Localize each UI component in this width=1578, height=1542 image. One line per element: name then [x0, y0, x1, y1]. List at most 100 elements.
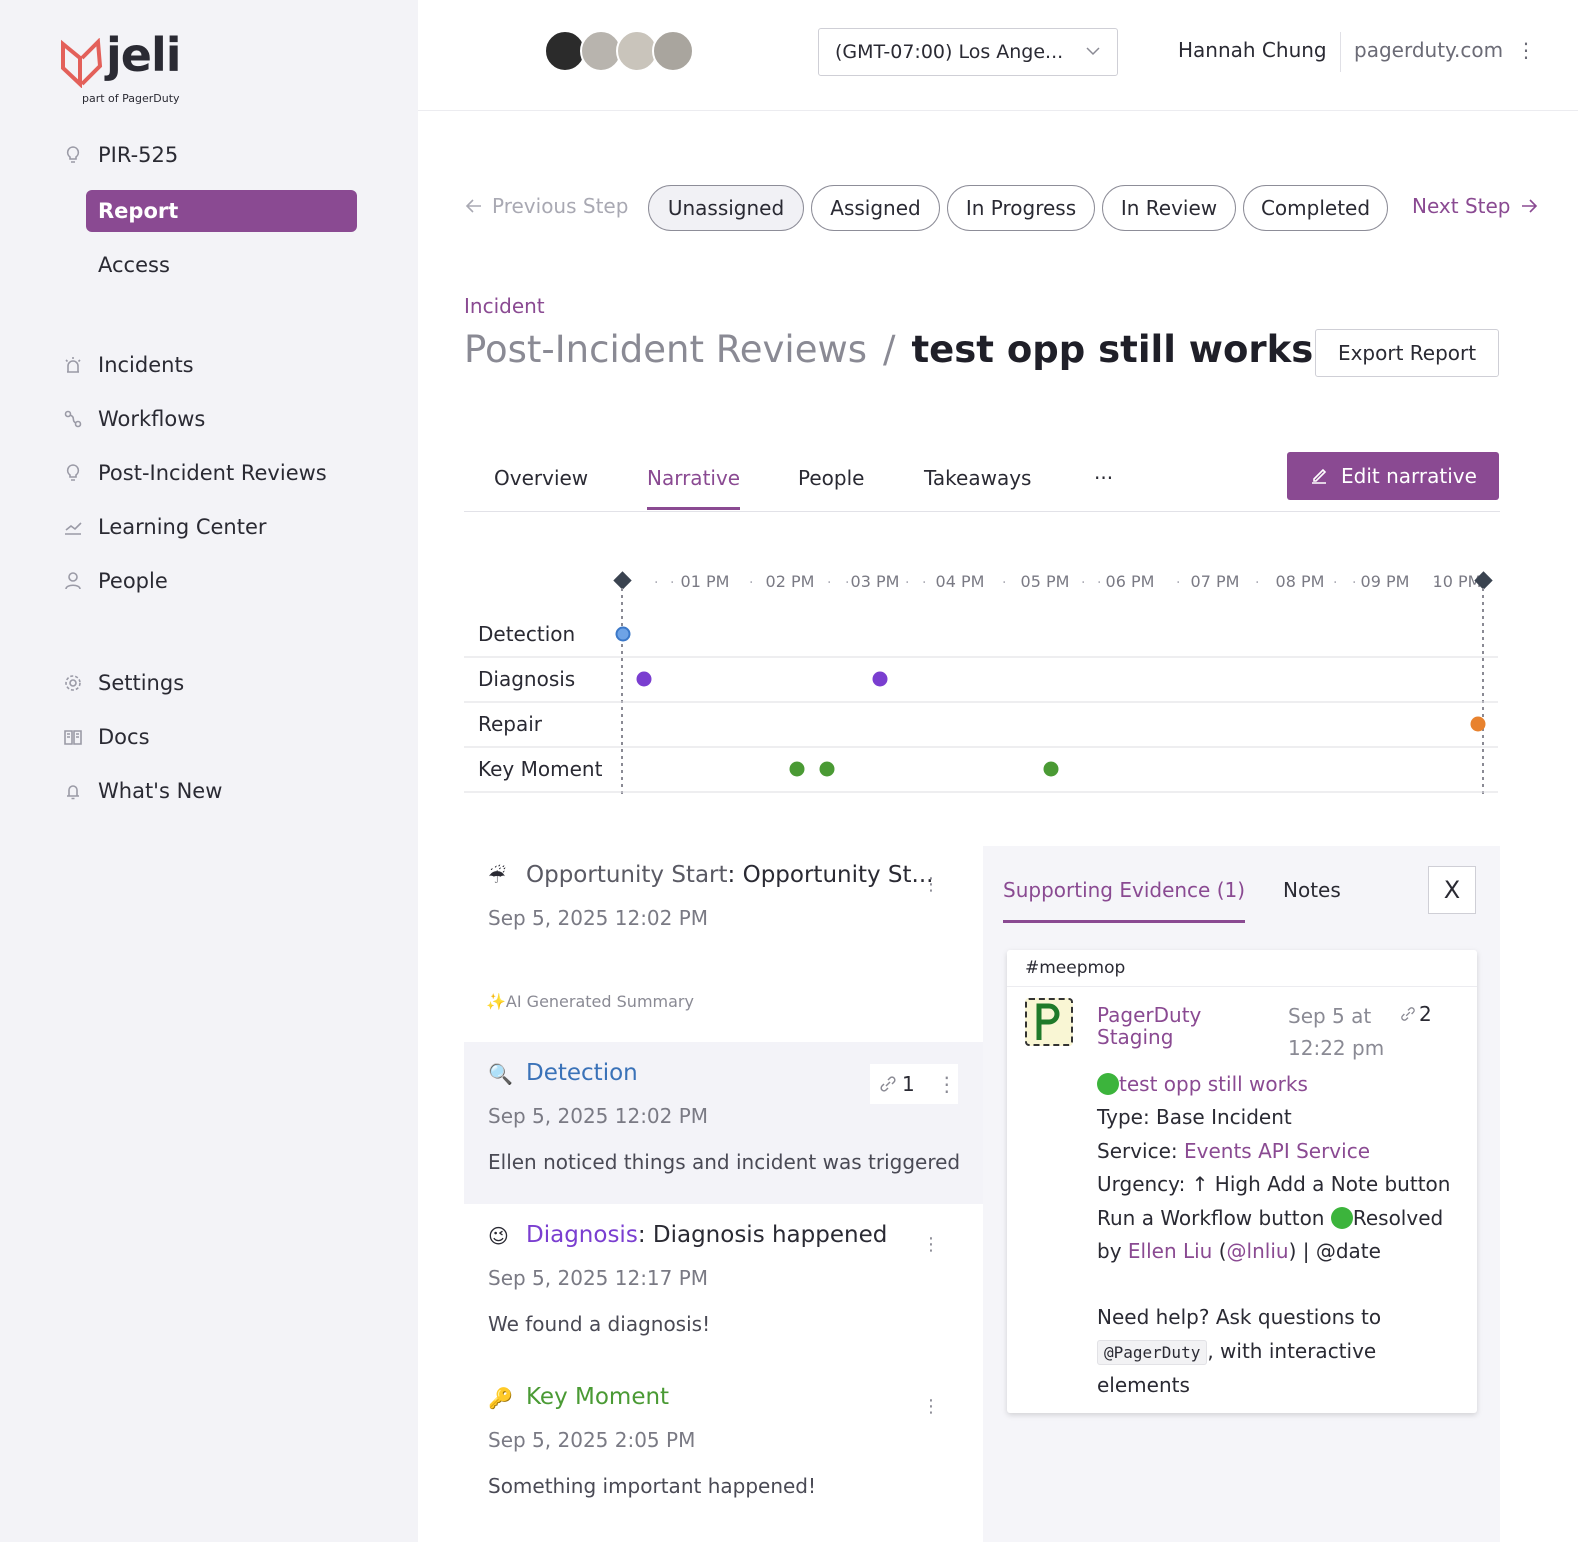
entry-label: Diagnosis: [526, 1222, 638, 1248]
key-moment-event-dot[interactable]: [789, 761, 805, 777]
previous-step-label: Previous Step: [492, 194, 629, 218]
step-assigned[interactable]: Assigned: [811, 185, 940, 231]
key-icon: 🔑: [488, 1386, 513, 1410]
umbrella-icon: ☔: [488, 864, 506, 888]
narrative-entry-key-moment[interactable]: 🔑 Key Moment ⋮ Sep 5, 2025 2:05 PM Somet…: [464, 1366, 984, 1528]
participant-avatars[interactable]: [544, 30, 694, 72]
entry-more-icon[interactable]: ⋮: [937, 1072, 957, 1096]
link-count-value: 1: [902, 1072, 915, 1096]
pir-id-item[interactable]: PIR-525: [62, 143, 178, 167]
entry-more-icon[interactable]: ⋮: [922, 1234, 940, 1255]
repair-event-dot[interactable]: [1470, 716, 1486, 732]
edit-narrative-button[interactable]: Edit narrative: [1287, 452, 1499, 500]
sidebar-item-settings[interactable]: Settings: [62, 671, 184, 695]
timeline-row-label: Diagnosis: [478, 667, 575, 691]
sidebar-item-learning-center[interactable]: Learning Center: [62, 515, 267, 539]
step-unassigned[interactable]: Unassigned: [648, 185, 804, 231]
breadcrumb[interactable]: Incident: [464, 294, 545, 318]
tick-label: 09 PM: [1361, 572, 1410, 591]
avatar[interactable]: [652, 30, 694, 72]
service-link[interactable]: Events API Service: [1184, 1139, 1370, 1163]
tab-more[interactable]: ···: [1094, 466, 1113, 507]
user-name[interactable]: Hannah Chung: [1178, 38, 1327, 62]
tick-label: 07 PM: [1191, 572, 1240, 591]
sidebar-item-label: People: [98, 569, 168, 593]
close-panel-button[interactable]: X: [1428, 866, 1476, 914]
sidebar-item-post-incident-reviews[interactable]: Post-Incident Reviews: [62, 461, 327, 485]
step-in-review[interactable]: In Review: [1102, 185, 1236, 231]
sidebar-sub-report[interactable]: Report: [86, 190, 357, 232]
evidence-card[interactable]: #meepmop PagerDuty Staging Sep 5 at 12:2…: [1007, 950, 1477, 1413]
svg-text:·: ·: [749, 575, 753, 591]
jeli-mark-icon: [61, 38, 103, 88]
sidebar-sub-access[interactable]: Access: [86, 244, 357, 286]
page-title-separator: /: [883, 328, 896, 371]
tab-people[interactable]: People: [798, 466, 864, 507]
step-completed[interactable]: Completed: [1243, 185, 1388, 231]
svg-text:·: ·: [827, 575, 831, 591]
entry-text: : Diagnosis happened: [637, 1222, 888, 1248]
tab-narrative[interactable]: Narrative: [647, 466, 741, 510]
lightbulb-icon: [62, 144, 84, 166]
incident-link[interactable]: test opp still works: [1119, 1072, 1308, 1096]
step-in-progress[interactable]: In Progress: [947, 185, 1095, 231]
tab-supporting-evidence[interactable]: Supporting Evidence (1): [1003, 878, 1246, 923]
pagerduty-mention: @PagerDuty: [1097, 1339, 1208, 1365]
ai-summary-label[interactable]: ✨AI Generated Summary: [486, 992, 694, 1011]
sidebar-item-docs[interactable]: Docs: [62, 725, 150, 749]
service-prefix: Service:: [1097, 1138, 1185, 1163]
entry-more-icon[interactable]: ⋮: [922, 874, 940, 895]
more-menu-icon[interactable]: ⋮: [1516, 38, 1536, 62]
entry-title: Diagnosis: Diagnosis happened: [526, 1222, 887, 1248]
sidebar-item-label: What's New: [98, 779, 223, 803]
sender-name[interactable]: PagerDuty Staging: [1097, 1004, 1257, 1048]
detection-event-dot[interactable]: [615, 626, 631, 642]
entry-description: We found a diagnosis!: [488, 1312, 711, 1336]
winking-face-icon: 😉: [488, 1224, 509, 1248]
export-report-button[interactable]: Export Report: [1315, 329, 1499, 377]
chevron-down-icon: [1086, 47, 1100, 56]
next-step-button[interactable]: Next Step: [1412, 194, 1539, 218]
slack-channel: #meepmop: [1025, 958, 1126, 978]
user-link[interactable]: Ellen Liu: [1128, 1239, 1212, 1263]
timeline-row-label: Detection: [478, 622, 575, 646]
timezone-select[interactable]: (GMT-07:00) Los Ange...: [818, 28, 1118, 76]
handle-link[interactable]: @lnliu: [1227, 1239, 1289, 1263]
tick-label: 03 PM: [851, 572, 900, 591]
help-text: Need help? Ask questions to: [1097, 1305, 1382, 1330]
pagerduty-logo-icon: [1025, 998, 1073, 1046]
narrative-entry-start[interactable]: ☔ Opportunity Start: Opportunity St... ⋮…: [464, 846, 984, 966]
tab-overview[interactable]: Overview: [494, 466, 588, 507]
sidebar-item-incidents[interactable]: Incidents: [62, 353, 194, 377]
key-moment-event-dot[interactable]: [1043, 761, 1059, 777]
svg-text:·: ·: [1002, 575, 1006, 591]
resolved-text: Resolved: [1352, 1205, 1444, 1230]
sidebar-item-people[interactable]: People: [62, 569, 168, 593]
svg-text:·: ·: [1434, 575, 1438, 591]
jeli-logo[interactable]: jeli part of PagerDuty: [60, 28, 200, 108]
sidebar-item-whats-new[interactable]: What's New: [62, 779, 222, 803]
workflow-icon: [62, 408, 84, 430]
tab-takeaways[interactable]: Takeaways: [924, 466, 1031, 507]
diagnosis-event-dot[interactable]: [872, 671, 888, 687]
handle-open: (: [1212, 1239, 1227, 1264]
sidebar-item-label: Learning Center: [98, 515, 267, 539]
message-link-count[interactable]: 2: [1399, 1002, 1432, 1026]
person-icon: [62, 570, 84, 592]
sidebar-item-workflows[interactable]: Workflows: [62, 407, 205, 431]
tab-notes[interactable]: Notes: [1283, 878, 1341, 920]
message-link-count-value: 2: [1419, 1002, 1432, 1026]
sidebar-item-label: Post-Incident Reviews: [98, 461, 327, 485]
sidebar-item-label: Settings: [98, 671, 185, 695]
edit-narrative-label: Edit narrative: [1341, 464, 1477, 488]
evidence-link-count[interactable]: 1 ⋮: [870, 1064, 958, 1104]
previous-step-button[interactable]: Previous Step: [464, 194, 628, 218]
message-body: test opp still works Type: Base Incident…: [1097, 1068, 1457, 1403]
key-moment-event-dot[interactable]: [819, 761, 835, 777]
page-title-section[interactable]: Post-Incident Reviews: [464, 328, 867, 371]
timeline-start-marker[interactable]: [613, 571, 632, 590]
diagnosis-event-dot[interactable]: [636, 671, 652, 687]
entry-description: Ellen noticed things and incident was tr…: [488, 1150, 961, 1174]
entry-more-icon[interactable]: ⋮: [922, 1396, 940, 1417]
narrative-entry-diagnosis[interactable]: 😉 Diagnosis: Diagnosis happened ⋮ Sep 5,…: [464, 1204, 984, 1366]
